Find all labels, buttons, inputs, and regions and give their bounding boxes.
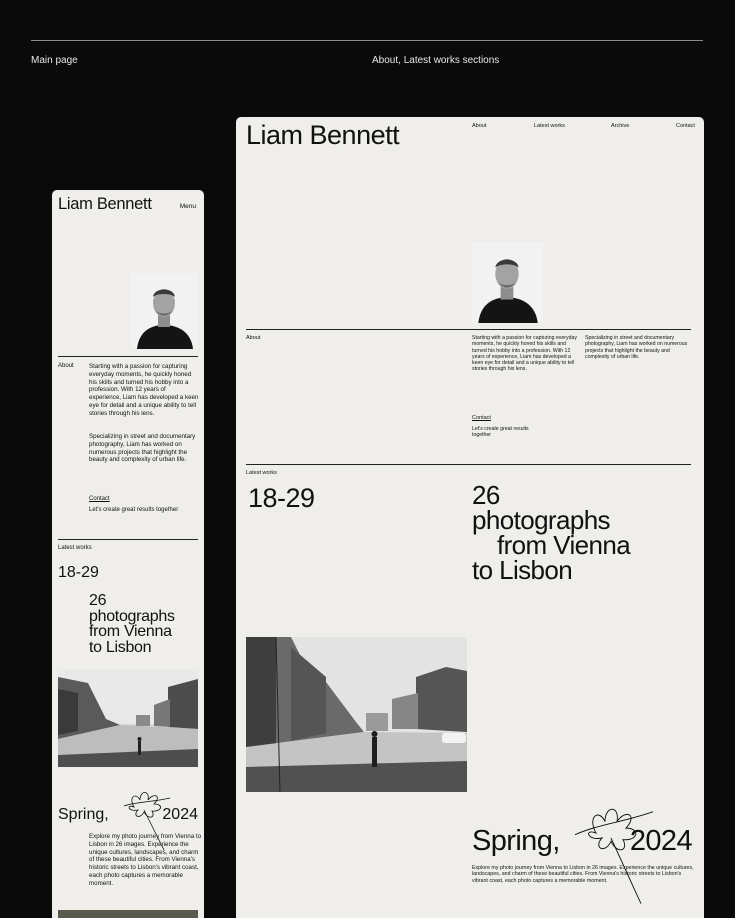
works-headline: 26 photographs from Vienna to Lisbon — [472, 482, 631, 585]
cta-text: Let's create great results together — [472, 426, 529, 439]
divider — [246, 329, 691, 330]
nav-archive[interactable]: Archive — [611, 123, 629, 129]
divider — [246, 464, 691, 465]
street-photo[interactable] — [246, 637, 467, 792]
spring-heading: Spring, — [58, 806, 109, 823]
latest-works-label: Latest works — [246, 470, 277, 476]
mobile-mockup: Liam Bennett Menu About Starting with a … — [52, 190, 204, 918]
headline-line: photographs — [89, 607, 175, 625]
menu-button[interactable]: Menu — [180, 203, 196, 210]
nav-contact[interactable]: Contact — [676, 123, 695, 129]
headline-line: 26 — [89, 592, 107, 609]
cta-text: Let's create great results together — [89, 507, 179, 513]
about-label: About — [58, 363, 74, 369]
about-paragraph-1: Starting with a passion for capturing ev… — [89, 363, 199, 417]
portrait-photo — [131, 273, 198, 349]
year-heading: 2024 — [162, 806, 198, 823]
nav-about[interactable]: About — [472, 123, 486, 129]
range-heading: 18-29 — [58, 564, 99, 581]
spring-description: Explore my photo journey from Vienna to … — [472, 865, 694, 884]
latest-works-label: Latest works — [58, 545, 92, 551]
site-title[interactable]: Liam Bennett — [246, 120, 400, 151]
spring-description: Explore my photo journey from Vienna to … — [89, 833, 202, 887]
spring-heading: Spring, — [472, 825, 560, 857]
range-heading: 18-29 — [248, 483, 315, 513]
caption-main-page: Main page — [31, 55, 78, 66]
about-column-2: Specializing in street and documentary p… — [585, 335, 688, 360]
headline-line: to Lisbon — [89, 638, 152, 656]
headline-line: from Vienna — [89, 623, 172, 640]
about-column-1: Starting with a passion for capturing ev… — [472, 335, 577, 373]
nav-latest-works[interactable]: Latest works — [534, 123, 565, 129]
about-label: About — [246, 335, 261, 341]
contact-link[interactable]: Contact — [472, 415, 491, 421]
portrait-photo — [472, 242, 543, 323]
year-heading: 2024 — [629, 825, 693, 857]
caption-sections: About, Latest works sections — [372, 55, 500, 66]
about-paragraph-2: Specializing in street and documentary p… — [89, 433, 196, 464]
works-headline: 26 photographs from Vienna to Lisbon — [89, 593, 175, 655]
headline-line: to Lisbon — [472, 555, 573, 585]
site-title[interactable]: Liam Bennett — [58, 195, 152, 214]
desktop-mockup: Liam Bennett About Latest works Archive … — [236, 117, 704, 918]
divider-line — [31, 40, 703, 41]
divider — [58, 539, 198, 540]
contact-link[interactable]: Contact — [89, 496, 110, 502]
next-photo-preview[interactable] — [58, 910, 198, 918]
street-photo[interactable] — [58, 669, 198, 767]
divider — [58, 356, 198, 357]
